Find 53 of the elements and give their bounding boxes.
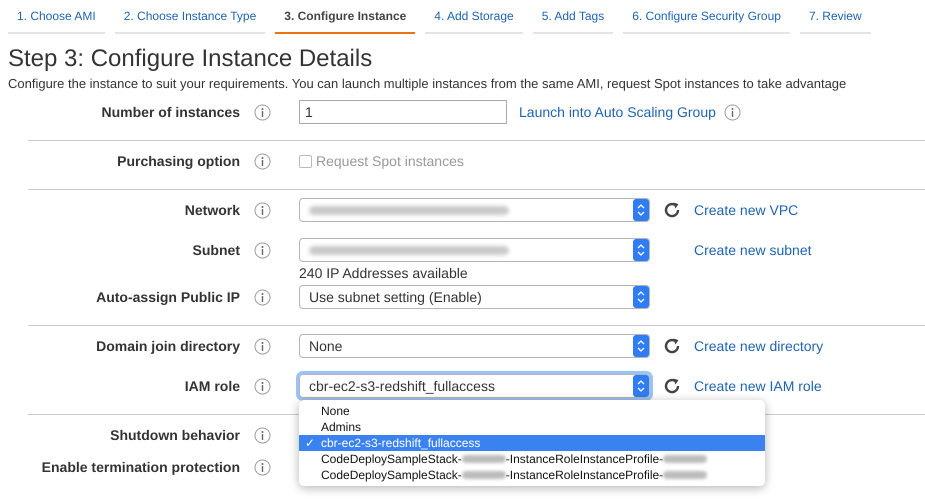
info-icon[interactable]	[254, 104, 271, 120]
select-field[interactable]	[299, 198, 650, 222]
dropdown-option[interactable]: Admins	[299, 419, 765, 435]
wizard-tab[interactable]: 7. Review	[800, 0, 871, 34]
action-link[interactable]: Launch into Auto Scaling Group	[519, 104, 716, 120]
info-icon[interactable]	[254, 378, 271, 394]
wizard-tab[interactable]: 3. Configure Instance	[275, 0, 416, 34]
refresh-icon[interactable]	[662, 376, 682, 396]
wizard-tab[interactable]: 2. Choose Instance Type	[114, 0, 266, 34]
info-icon[interactable]	[254, 288, 271, 306]
page-description: Configure the instance to suit your requirements. You can launch multiple instances from the same AMI, request Spot instances to take advantage	[8, 76, 848, 92]
action-link[interactable]: Create new VPC	[694, 202, 798, 218]
select-field[interactable]: cbr-ec2-s3-redshift_fullaccess	[299, 374, 650, 398]
field-label: Network	[184, 202, 240, 218]
field-label: Shutdown behavior	[110, 427, 240, 443]
action-link[interactable]: Create new subnet	[694, 242, 812, 258]
stepper-icon	[633, 335, 649, 357]
field-label: Domain join directory	[96, 338, 240, 354]
action-link[interactable]: Create new directory	[694, 338, 824, 354]
info-icon[interactable]	[254, 338, 271, 354]
wizard-tab[interactable]: 1. Choose AMI	[8, 0, 105, 34]
dropdown-option[interactable]: CodeDeploySampleStack- -InstanceRoleInstanceProfile-	[299, 467, 765, 483]
stepper-icon	[633, 199, 649, 221]
instance-count-field[interactable]: 1	[299, 100, 507, 124]
field-label: IAM role	[184, 378, 240, 394]
field-label: Subnet	[192, 242, 240, 258]
field-label: Purchasing option	[117, 153, 240, 169]
wizard-tab[interactable]: 6. Configure Security Group	[623, 0, 790, 34]
dropdown-option[interactable]: ✓ cbr-ec2-s3-redshift_fullaccess	[299, 435, 765, 451]
page-heading: Step 3: Configure Instance Details	[8, 44, 374, 74]
stepper-icon	[633, 286, 649, 308]
info-icon[interactable]	[254, 202, 271, 218]
stepper-icon	[633, 239, 649, 261]
field-label: Number of instances	[102, 104, 240, 120]
select-field[interactable]: Use subnet setting (Enable)	[299, 285, 650, 309]
info-icon[interactable]	[254, 152, 271, 170]
info-icon[interactable]	[254, 242, 271, 258]
info-icon[interactable]	[724, 104, 741, 120]
select-field[interactable]: None	[299, 334, 650, 358]
refresh-icon[interactable]	[662, 336, 682, 356]
info-icon[interactable]	[254, 458, 271, 476]
field-label: Enable termination protection	[42, 459, 240, 475]
action-link[interactable]: Create new IAM role	[694, 378, 822, 394]
refresh-icon[interactable]	[662, 200, 682, 220]
stepper-icon	[633, 375, 649, 397]
select-field[interactable]	[299, 238, 650, 262]
field-label: Auto-assign Public IP	[96, 289, 240, 305]
subnet-note: 240 IP Addresses available	[299, 265, 469, 281]
wizard-tab[interactable]: 4. Add Storage	[425, 0, 523, 34]
wizard-tab[interactable]: 5. Add Tags	[532, 0, 614, 34]
dropdown-option[interactable]: CodeDeploySampleStack- -InstanceRoleInstanceProfile-	[299, 451, 765, 467]
dropdown-option[interactable]: None	[299, 403, 765, 419]
info-icon[interactable]	[254, 426, 271, 444]
